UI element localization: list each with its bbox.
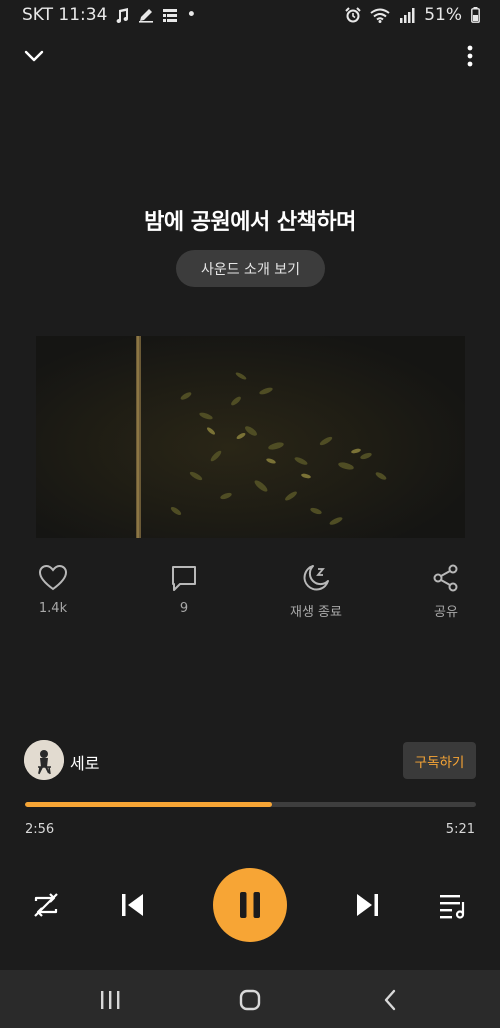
status-left: SKT 11:34 •: [22, 5, 196, 25]
track-title: 밤에 공원에서 산책하며: [144, 210, 356, 235]
subscribe-button[interactable]: 구독하기: [403, 742, 476, 779]
repeat-off-icon[interactable]: [30, 889, 62, 921]
skip-next-icon[interactable]: [352, 889, 384, 921]
status-bar: SKT 11:34 • 51%: [0, 0, 500, 30]
current-time: 2:56: [25, 822, 55, 837]
carrier-time: SKT 11:34: [22, 5, 108, 25]
music-note-icon: [116, 7, 129, 23]
action-row: 1.4k 9 재생 종료 공유: [0, 562, 500, 622]
like-button[interactable]: 1.4k: [13, 562, 93, 616]
status-dot: •: [186, 5, 197, 25]
system-nav-bar: [0, 970, 500, 1028]
home-icon[interactable]: [238, 988, 262, 1012]
skip-previous-icon[interactable]: [116, 889, 148, 921]
status-right: 51%: [345, 5, 480, 25]
artist-name[interactable]: 세로: [70, 750, 99, 774]
comment-count: 9: [179, 601, 189, 616]
sleep-timer-label: 재생 종료: [290, 605, 342, 620]
share-label: 공유: [434, 605, 458, 620]
pause-icon: [238, 891, 262, 919]
sound-intro-button[interactable]: 사운드 소개 보기: [176, 250, 325, 287]
cover-image: [36, 336, 465, 538]
wifi-icon: [370, 8, 390, 23]
comment-button[interactable]: 9: [144, 562, 224, 616]
sleep-timer-button[interactable]: 재생 종료: [276, 562, 356, 620]
comment-icon: [144, 562, 224, 594]
more-vertical-icon[interactable]: [466, 44, 474, 68]
share-button[interactable]: 공유: [406, 562, 486, 620]
artist-row: 세로 구독하기: [0, 740, 500, 782]
player-top-bar: [0, 38, 500, 74]
battery-icon: [471, 7, 480, 23]
progress-fill: [25, 802, 273, 807]
recents-icon[interactable]: [98, 988, 122, 1012]
signal-icon: [399, 7, 415, 23]
list-icon: [163, 8, 178, 22]
total-time: 5:21: [445, 822, 475, 837]
share-icon: [406, 562, 486, 594]
avatar[interactable]: [24, 740, 64, 780]
playback-controls: [0, 868, 500, 944]
like-count: 1.4k: [38, 601, 68, 616]
heart-icon: [13, 562, 93, 594]
battery-percent: 51%: [424, 5, 462, 25]
alarm-icon: [345, 7, 361, 23]
pause-button[interactable]: [213, 868, 287, 942]
back-icon[interactable]: [378, 988, 402, 1012]
chevron-down-icon[interactable]: [22, 46, 46, 66]
playlist-icon[interactable]: [436, 889, 470, 921]
edit-icon: [138, 7, 154, 23]
progress-bar[interactable]: [25, 802, 476, 807]
sleep-timer-icon: [276, 562, 356, 594]
